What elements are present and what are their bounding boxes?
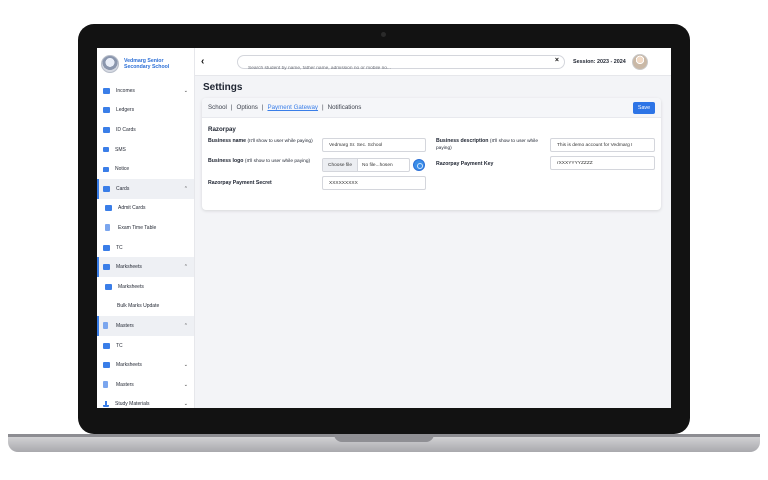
chevron-down-icon: ⌄ — [183, 401, 188, 408]
tab-separator: | — [230, 104, 233, 111]
sidebar-nav: Incomes ⌄ Ledgers ID Cards SMS Notice Ca… — [97, 81, 194, 408]
tc-icon — [103, 342, 110, 349]
laptop-notch — [334, 434, 434, 442]
save-button[interactable]: Save — [633, 102, 655, 114]
sidebar-item-exam-time-table[interactable]: Exam Time Table — [97, 218, 194, 238]
payment-secret-input[interactable]: XXXXXXXXX — [322, 176, 426, 190]
file-name: No file...hosen — [362, 162, 393, 168]
sidebar-item-bulk-marks-update[interactable]: Bulk Marks Update — [97, 297, 194, 317]
chevron-up-icon: ⌃ — [183, 264, 188, 271]
search-box: × — [237, 54, 565, 74]
business-description-label: Business description (It'll show to user… — [436, 138, 539, 151]
masters-icon — [103, 322, 108, 330]
payment-key-label: Razorpay Payment Key — [436, 161, 494, 167]
business-logo-label: Business logo (It'll show to user while … — [208, 158, 311, 164]
sidebar-item-tc-2[interactable]: TC — [97, 336, 194, 356]
sidebar: Vedmarg Senior Secondary School Incomes … — [97, 48, 195, 408]
business-name-input[interactable]: Vedmarg Sr. Sec. School — [322, 138, 426, 152]
sidebar-item-incomes[interactable]: Incomes ⌄ — [97, 81, 194, 101]
sidebar-item-admit-cards[interactable]: Admit Cards — [97, 199, 194, 219]
business-logo-file-input[interactable]: Choose file No file...hosen — [322, 158, 410, 172]
settings-card: School | Options | Payment Gateway | Not… — [202, 98, 661, 210]
chevron-down-icon: ⌄ — [183, 362, 188, 369]
user-avatar[interactable] — [631, 53, 648, 70]
sidebar-item-sms[interactable]: SMS — [97, 140, 194, 160]
admit-card-icon — [105, 205, 112, 212]
timetable-icon — [105, 224, 110, 232]
wallet-icon — [103, 87, 110, 94]
chevron-down-icon: ⌄ — [183, 87, 188, 94]
tab-separator: | — [261, 104, 264, 111]
page-title: Settings — [203, 82, 243, 93]
study-materials-icon — [103, 401, 109, 408]
payment-key-input[interactable]: rXXXYYYYZZZZ — [550, 156, 655, 170]
tab-notifications[interactable]: Notifications — [328, 104, 362, 111]
id-card-icon — [103, 126, 110, 133]
chevron-up-icon: ⌃ — [183, 185, 188, 192]
tc-icon — [103, 244, 110, 251]
chevron-up-icon: ⌃ — [183, 322, 188, 329]
payment-secret-label: Razorpay Payment Secret — [208, 180, 272, 186]
upload-icon[interactable] — [413, 159, 425, 171]
sidebar-item-tc[interactable]: TC — [97, 238, 194, 258]
masters-icon — [103, 381, 108, 389]
marksheet-icon — [103, 362, 110, 369]
topbar: ‹ × Session: 2023 - 2024 — [195, 48, 671, 76]
tab-school[interactable]: School — [208, 104, 227, 111]
sms-icon — [103, 147, 109, 153]
laptop-mockup: Vedmarg Senior Secondary School Incomes … — [0, 0, 768, 480]
business-name-label: Business name (It'll show to user while … — [208, 138, 313, 144]
chevron-down-icon: ⌄ — [183, 381, 188, 388]
cards-icon — [103, 185, 110, 192]
marksheet-icon — [103, 264, 110, 271]
school-name: Vedmarg Senior Secondary School — [124, 58, 170, 70]
sidebar-item-ledgers[interactable]: Ledgers — [97, 101, 194, 121]
tab-payment-gateway[interactable]: Payment Gateway — [267, 104, 318, 111]
settings-tabs: School | Options | Payment Gateway | Not… — [202, 98, 661, 118]
school-logo-icon — [101, 55, 119, 73]
brand[interactable]: Vedmarg Senior Secondary School — [101, 52, 193, 76]
ledger-icon — [103, 107, 110, 114]
clear-icon[interactable]: × — [555, 57, 559, 64]
marksheet-icon — [105, 283, 112, 290]
section-title-razorpay: Razorpay — [208, 126, 236, 133]
sidebar-item-marksheets-2[interactable]: Marksheets ⌄ — [97, 355, 194, 375]
app-screen: Vedmarg Senior Secondary School Incomes … — [97, 48, 671, 408]
sidebar-item-marksheets[interactable]: Marksheets ⌃ — [97, 257, 194, 277]
tab-options[interactable]: Options — [237, 104, 258, 111]
sidebar-item-cards[interactable]: Cards ⌃ — [97, 178, 194, 199]
session-selector[interactable]: Session: 2023 - 2024 — [573, 59, 626, 65]
search-input[interactable] — [238, 62, 538, 74]
sidebar-item-marksheets-sub[interactable]: Marksheets — [97, 277, 194, 297]
business-description-input[interactable]: This is demo account for Vedmarg I — [550, 138, 655, 152]
sidebar-item-study-materials[interactable]: Study Materials ⌄ — [97, 395, 194, 409]
back-arrow-icon[interactable]: ‹ — [201, 56, 217, 67]
sidebar-item-id-cards[interactable]: ID Cards — [97, 120, 194, 140]
notice-icon — [103, 166, 109, 172]
sidebar-item-masters[interactable]: Masters ⌃ — [97, 316, 194, 336]
sidebar-item-notice[interactable]: Notice — [97, 159, 194, 179]
sidebar-item-masters-2[interactable]: Masters ⌄ — [97, 375, 194, 395]
choose-file-button[interactable]: Choose file — [323, 159, 358, 171]
camera-icon — [381, 32, 386, 37]
tab-separator: | — [322, 104, 324, 111]
